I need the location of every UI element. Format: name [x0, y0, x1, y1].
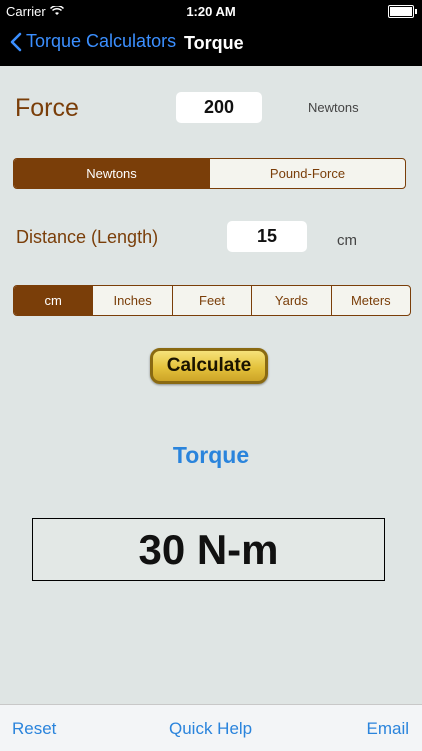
calculate-button[interactable]: Calculate [150, 348, 268, 384]
force-unit-label: Newtons [308, 100, 359, 115]
back-label: Torque Calculators [26, 31, 177, 51]
battery-icon [388, 5, 417, 18]
force-unit-newtons[interactable]: Newtons [14, 159, 209, 188]
distance-unit-cm[interactable]: cm [14, 286, 93, 315]
distance-unit-label: cm [337, 232, 357, 249]
status-time: 1:20 AM [186, 4, 236, 19]
chevron-left-icon [10, 32, 22, 51]
distance-unit-selector: cm Inches Feet Yards Meters [13, 285, 411, 316]
torque-result: 30 N-m [32, 518, 385, 581]
quick-help-button[interactable]: Quick Help [169, 719, 252, 739]
distance-unit-inches[interactable]: Inches [92, 286, 171, 315]
distance-label: Distance (Length) [16, 227, 159, 247]
status-bar: Carrier 1:20 AM [0, 0, 422, 22]
calculator-panel: Force 200 Newtons Newtons Pound-Force Di… [0, 66, 422, 704]
distance-input[interactable]: 15 [227, 221, 307, 252]
distance-unit-feet[interactable]: Feet [171, 286, 251, 315]
force-label: Force [15, 94, 79, 122]
distance-unit-meters[interactable]: Meters [330, 286, 410, 315]
distance-unit-yards[interactable]: Yards [251, 286, 330, 315]
page-title: Torque [184, 33, 244, 53]
force-unit-pound-force[interactable]: Pound-Force [209, 159, 405, 188]
bottom-toolbar: Reset Quick Help Email [0, 704, 422, 751]
reset-button[interactable]: Reset [12, 719, 56, 739]
email-button[interactable]: Email [366, 719, 409, 739]
navigation-bar: Torque Calculators Torque [0, 22, 422, 66]
back-button[interactable]: Torque Calculators [10, 31, 176, 52]
force-unit-selector: Newtons Pound-Force [13, 158, 406, 189]
force-input[interactable]: 200 [176, 92, 262, 123]
torque-label: Torque [172, 442, 250, 468]
